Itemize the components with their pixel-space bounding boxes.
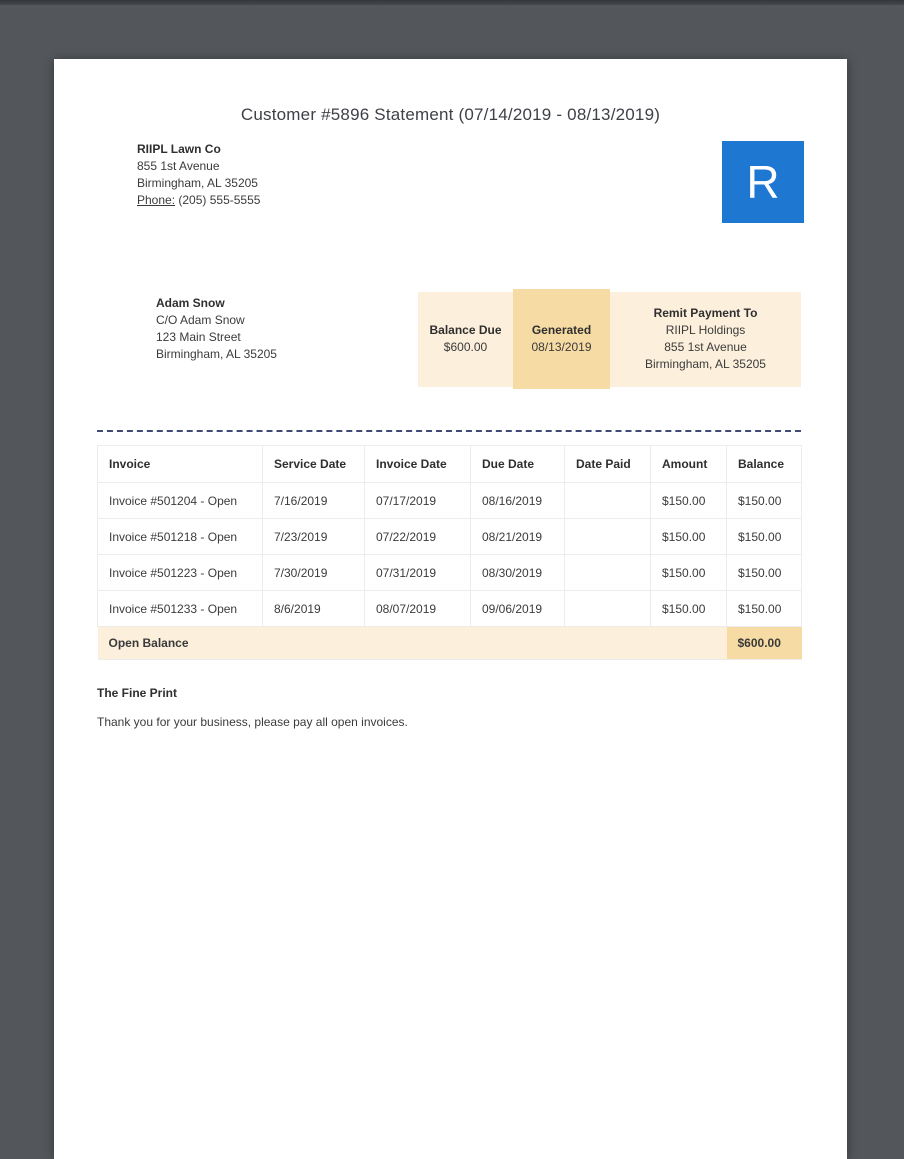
amount-cell: $150.00 xyxy=(650,518,727,555)
invoice-date-cell: 07/22/2019 xyxy=(364,518,471,555)
amount-cell: $150.00 xyxy=(650,590,727,627)
due-date-cell: 08/21/2019 xyxy=(470,518,565,555)
date-paid-cell xyxy=(564,518,651,555)
document-header: RIIPL Lawn Co 855 1st Avenue Birmingham,… xyxy=(137,141,804,223)
phone-number: (205) 555-5555 xyxy=(178,193,261,207)
due-date-cell: 09/06/2019 xyxy=(470,590,565,627)
balance-cell: $150.00 xyxy=(726,590,802,627)
amount-cell: $150.00 xyxy=(650,554,727,591)
open-balance-value: $600.00 xyxy=(726,626,802,660)
service-date-cell: 7/30/2019 xyxy=(262,554,365,591)
statement-page: Customer #5896 Statement (07/14/2019 - 0… xyxy=(54,59,847,1159)
customer-care-of: C/O Adam Snow xyxy=(156,313,245,327)
riipl-logo-letter: R xyxy=(746,156,780,208)
balance-due-value: $600.00 xyxy=(443,340,488,354)
table-row: Invoice #501204 - Open 7/16/2019 07/17/2… xyxy=(97,482,802,519)
service-date-cell: 8/6/2019 xyxy=(262,590,365,627)
balance-due-label: Balance Due xyxy=(429,323,502,337)
due-date-cell: 08/30/2019 xyxy=(470,554,565,591)
customer-name: Adam Snow xyxy=(156,296,225,310)
company-info-block: RIIPL Lawn Co 855 1st Avenue Birmingham,… xyxy=(137,141,260,209)
company-address-line2: Birmingham, AL 35205 xyxy=(137,176,258,190)
balance-cell: $150.00 xyxy=(726,518,802,555)
riipl-logo: R xyxy=(722,141,804,223)
invoice-cell: Invoice #501204 - Open xyxy=(97,482,263,519)
generated-value: 08/13/2019 xyxy=(531,340,592,354)
fine-print-heading: The Fine Print xyxy=(97,686,178,700)
table-header-row: Invoice Service Date Invoice Date Due Da… xyxy=(97,445,802,483)
service-date-cell: 7/23/2019 xyxy=(262,518,365,555)
company-phone: Phone: (205) 555-5555 xyxy=(137,192,260,209)
customer-summary-section: Adam Snow C/O Adam Snow 123 Main Street … xyxy=(54,289,847,389)
table-row: Invoice #501233 - Open 8/6/2019 08/07/20… xyxy=(97,590,802,627)
remit-city: Birmingham, AL 35205 xyxy=(645,357,766,371)
open-balance-label: Open Balance xyxy=(97,626,727,660)
invoice-cell: Invoice #501223 - Open xyxy=(97,554,263,591)
company-name: RIIPL Lawn Co xyxy=(137,142,221,156)
due-date-cell: 08/16/2019 xyxy=(470,482,565,519)
balance-due-cell: Balance Due $600.00 xyxy=(418,291,513,387)
customer-street: 123 Main Street xyxy=(156,330,241,344)
col-header-due-date: Due Date xyxy=(470,445,565,483)
payment-summary-block: Balance Due $600.00 Generated 08/13/2019… xyxy=(418,289,801,389)
generated-label: Generated xyxy=(531,323,592,337)
remit-label: Remit Payment To xyxy=(653,306,758,320)
invoice-date-cell: 08/07/2019 xyxy=(364,590,471,627)
remit-name: RIIPL Holdings xyxy=(665,323,746,337)
generated-cell: Generated 08/13/2019 xyxy=(513,289,610,389)
remit-payment-cell: Remit Payment To RIIPL Holdings 855 1st … xyxy=(610,291,801,387)
date-paid-cell xyxy=(564,554,651,591)
invoice-cell: Invoice #501233 - Open xyxy=(97,590,263,627)
col-header-balance: Balance xyxy=(726,445,802,483)
table-row: Invoice #501218 - Open 7/23/2019 07/22/2… xyxy=(97,518,802,555)
viewer-top-edge xyxy=(0,0,904,5)
fine-print-text: Thank you for your business, please pay … xyxy=(97,715,408,729)
open-balance-row: Open Balance $600.00 xyxy=(97,626,802,660)
table-row: Invoice #501223 - Open 7/30/2019 07/31/2… xyxy=(97,554,802,591)
invoice-table: Invoice Service Date Invoice Date Due Da… xyxy=(97,445,802,660)
phone-label: Phone: xyxy=(137,193,176,207)
balance-cell: $150.00 xyxy=(726,482,802,519)
col-header-invoice: Invoice xyxy=(97,445,263,483)
page-title: Customer #5896 Statement (07/14/2019 - 0… xyxy=(240,105,661,124)
col-header-invoice-date: Invoice Date xyxy=(364,445,471,483)
invoice-date-cell: 07/31/2019 xyxy=(364,554,471,591)
customer-address-block: Adam Snow C/O Adam Snow 123 Main Street … xyxy=(156,295,277,363)
service-date-cell: 7/16/2019 xyxy=(262,482,365,519)
col-header-service-date: Service Date xyxy=(262,445,365,483)
dashed-divider xyxy=(97,430,801,432)
date-paid-cell xyxy=(564,590,651,627)
remit-street: 855 1st Avenue xyxy=(664,340,747,354)
customer-city: Birmingham, AL 35205 xyxy=(156,347,277,361)
amount-cell: $150.00 xyxy=(650,482,727,519)
balance-cell: $150.00 xyxy=(726,554,802,591)
invoice-date-cell: 07/17/2019 xyxy=(364,482,471,519)
date-paid-cell xyxy=(564,482,651,519)
col-header-date-paid: Date Paid xyxy=(564,445,651,483)
invoice-cell: Invoice #501218 - Open xyxy=(97,518,263,555)
company-address-line1: 855 1st Avenue xyxy=(137,159,220,173)
col-header-amount: Amount xyxy=(650,445,727,483)
